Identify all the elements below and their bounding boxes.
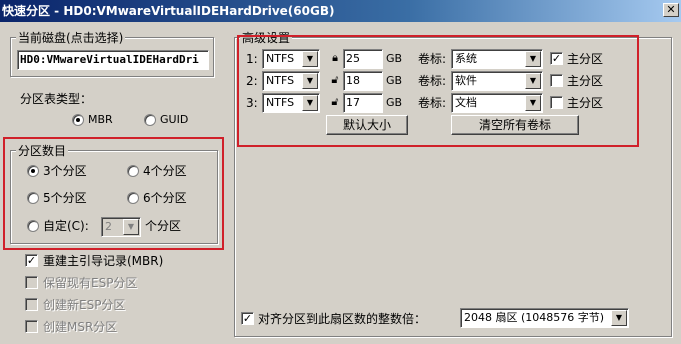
row-3-fs-value: NTFS [266, 96, 295, 109]
chevron-down-icon: ▼ [525, 95, 541, 111]
row-3-size-input[interactable]: 17 [343, 93, 383, 113]
mbr-radio-label[interactable]: MBR [88, 113, 113, 127]
chevron-down-icon: ▼ [611, 310, 627, 326]
lock-closed-icon[interactable]: 🔒︎ [329, 51, 341, 65]
advanced-legend: 高级设置 [240, 29, 293, 46]
row-2-primary-label[interactable]: 主分区 [567, 74, 603, 88]
custom-count-value: 2 [105, 220, 112, 233]
default-size-button[interactable]: 默认大小 [326, 115, 408, 135]
window-title: 快速分区 - HD0:VMwareVirtualIDEHardDrive(60G… [2, 4, 335, 18]
row-2-unit: GB [386, 74, 403, 87]
lock-open-icon[interactable]: 🔓︎ [329, 73, 341, 87]
radio-6-partitions[interactable] [127, 192, 139, 204]
radio-3-partitions[interactable] [27, 165, 39, 177]
radio-4-partitions-label[interactable]: 4个分区 [143, 164, 187, 178]
create-esp-label[interactable]: 创建新ESP分区 [43, 298, 125, 312]
row-2-size-input[interactable]: 18 [343, 71, 383, 91]
create-msr-checkbox[interactable] [25, 320, 38, 333]
row-2-volume-value: 软件 [455, 74, 477, 87]
radio-custom-partitions[interactable] [27, 220, 39, 232]
lock-open-icon[interactable]: 🔓︎ [329, 95, 341, 109]
chevron-down-icon: ▼ [525, 51, 541, 67]
row-3-primary-label[interactable]: 主分区 [567, 96, 603, 110]
align-label[interactable]: 对齐分区到此扇区数的整数倍： [258, 312, 426, 326]
row-1-fs-value: NTFS [266, 52, 295, 65]
row-1-volume-label: 卷标: [418, 52, 447, 66]
chevron-down-icon: ▼ [525, 73, 541, 89]
radio-custom-label[interactable]: 自定(C): [43, 219, 89, 233]
rebuild-mbr-label[interactable]: 重建主引导记录(MBR) [43, 254, 163, 268]
guid-radio-label[interactable]: GUID [160, 113, 188, 127]
align-checkbox[interactable]: ✓ [241, 312, 254, 325]
clear-all-labels-button[interactable]: 清空所有卷标 [451, 115, 579, 135]
row-3-index: 3: [246, 96, 258, 110]
create-esp-checkbox[interactable] [25, 298, 38, 311]
row-1-volume-value: 系统 [455, 52, 477, 65]
partition-count-legend: 分区数目 [16, 142, 69, 159]
row-3-unit: GB [386, 96, 403, 109]
row-1-unit: GB [386, 52, 403, 65]
row-2-fs-select[interactable]: NTFS ▼ [262, 71, 320, 91]
disk-group-legend: 当前磁盘(点击选择) [16, 29, 126, 46]
title-bar: 快速分区 - HD0:VMwareVirtualIDEHardDrive(60G… [0, 0, 681, 22]
row-1-fs-select[interactable]: NTFS ▼ [262, 49, 320, 69]
custom-count-select[interactable]: 2 ▼ [101, 217, 141, 237]
chevron-down-icon: ▼ [302, 51, 318, 67]
partition-table-label: 分区表类型： [20, 92, 93, 106]
keep-esp-label[interactable]: 保留现有ESP分区 [43, 276, 137, 290]
row-2-index: 2: [246, 74, 258, 88]
row-3-fs-select[interactable]: NTFS ▼ [262, 93, 320, 113]
radio-3-partitions-label[interactable]: 3个分区 [43, 164, 87, 178]
row-2-primary-checkbox[interactable] [550, 74, 563, 87]
chevron-down-icon: ▼ [302, 73, 318, 89]
close-icon[interactable]: ✕ [663, 3, 679, 17]
disk-select-field[interactable]: HD0:VMwareVirtualIDEHardDri [17, 50, 209, 70]
chevron-down-icon: ▼ [302, 95, 318, 111]
row-2-volume-select[interactable]: 软件 ▼ [451, 71, 543, 91]
row-2-fs-value: NTFS [266, 74, 295, 87]
radio-5-partitions-label[interactable]: 5个分区 [43, 191, 87, 205]
align-sectors-value: 2048 扇区 (1048576 字节) [464, 311, 605, 324]
radio-4-partitions[interactable] [127, 165, 139, 177]
chevron-down-icon: ▼ [123, 219, 139, 235]
row-3-volume-label: 卷标: [418, 96, 447, 110]
create-msr-label[interactable]: 创建MSR分区 [43, 320, 117, 334]
row-1-size-input[interactable]: 25 [343, 49, 383, 69]
row-3-volume-select[interactable]: 文档 ▼ [451, 93, 543, 113]
custom-count-suffix: 个分区 [145, 219, 182, 233]
row-1-primary-label[interactable]: 主分区 [567, 52, 603, 66]
align-sectors-select[interactable]: 2048 扇区 (1048576 字节) ▼ [460, 308, 629, 328]
row-1-primary-checkbox[interactable]: ✓ [550, 52, 563, 65]
guid-radio[interactable] [144, 114, 156, 126]
radio-6-partitions-label[interactable]: 6个分区 [143, 191, 187, 205]
row-1-volume-select[interactable]: 系统 ▼ [451, 49, 543, 69]
keep-esp-checkbox[interactable] [25, 276, 38, 289]
rebuild-mbr-checkbox[interactable]: ✓ [25, 254, 38, 267]
row-3-volume-value: 文档 [455, 96, 477, 109]
mbr-radio[interactable] [72, 114, 84, 126]
radio-5-partitions[interactable] [27, 192, 39, 204]
row-2-volume-label: 卷标: [418, 74, 447, 88]
row-1-index: 1: [246, 52, 258, 66]
row-3-primary-checkbox[interactable] [550, 96, 563, 109]
